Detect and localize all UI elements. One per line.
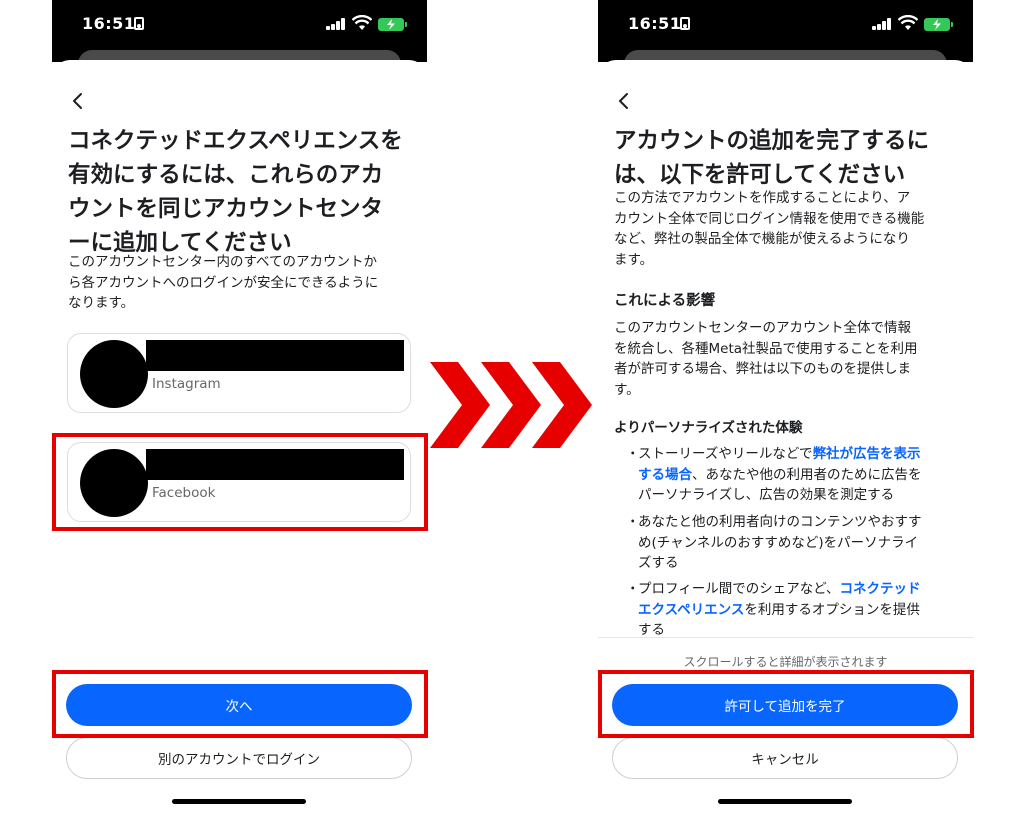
home-indicator [718, 799, 852, 804]
account-card-facebook[interactable]: Facebook [67, 442, 411, 522]
impact-heading: これによる影響 [614, 293, 716, 309]
id-card-icon [680, 17, 690, 30]
wifi-icon [898, 15, 918, 30]
avatar [80, 340, 148, 408]
page-description: このアカウントセンター内のすべてのアカウントか ら各アカウントへのログインが安全… [68, 254, 379, 311]
page-description: この方法でアカウントを作成することにより、ア カウント全体で同じログイン情報を使… [614, 190, 925, 268]
id-card-icon [134, 17, 144, 30]
connected-experience-link[interactable]: コネクテッド [840, 581, 921, 597]
battery-icon [924, 18, 953, 31]
account-platform-label: Instagram [152, 376, 221, 392]
wifi-icon [352, 15, 372, 30]
phone-screen-left: 16:51 コネクテッドエクスペリエンスを 有効にするには、これらのアカ ウント… [52, 0, 427, 813]
chevron-arrows-icon [430, 362, 592, 448]
connected-experience-link-cont[interactable]: エクスペリエンス [638, 602, 744, 618]
account-card-instagram[interactable]: Instagram [67, 333, 411, 413]
divider [598, 637, 973, 638]
home-indicator [172, 799, 306, 804]
back-arrow-icon[interactable] [614, 90, 634, 112]
page-title: アカウントの追加を完了するに は、以下を許可してください [614, 128, 930, 188]
avatar [80, 449, 148, 517]
battery-icon [378, 18, 407, 31]
page-title: コネクテッドエクスペリエンスを 有効にするには、これらのアカ ウントを同じアカウ… [68, 128, 403, 256]
redacted-account-name [146, 340, 404, 371]
cancel-button[interactable]: キャンセル [612, 737, 958, 779]
modal-sheet: コネクテッドエクスペリエンスを 有効にするには、これらのアカ ウントを同じアカウ… [52, 60, 427, 813]
scroll-hint: スクロールすると詳細が表示されます [683, 655, 888, 669]
ads-display-link[interactable]: 弊社が広告を表示 [813, 446, 921, 462]
personalized-heading: よりパーソナライズされた体験 [614, 420, 803, 436]
phone-screen-right: 16:51 アカウントの追加を完了するに は、以下を許可してください この方法で… [598, 0, 973, 813]
impact-description: このアカウントセンターのアカウント全体で情報 を統合し、各種Meta社製品で使用… [614, 320, 918, 398]
modal-sheet: アカウントの追加を完了するに は、以下を許可してください この方法でアカウントを… [598, 60, 973, 813]
allow-and-complete-button[interactable]: 許可して追加を完了 [612, 684, 958, 726]
status-time: 16:51 [628, 14, 682, 33]
login-other-account-button[interactable]: 別のアカウントでログイン [66, 737, 412, 779]
ads-display-link-cont[interactable]: する場合 [638, 467, 692, 483]
next-button[interactable]: 次へ [66, 684, 412, 726]
account-platform-label: Facebook [152, 485, 216, 501]
signal-icon [326, 18, 346, 30]
redacted-account-name [146, 449, 404, 480]
signal-icon [872, 18, 892, 30]
status-time: 16:51 [82, 14, 136, 33]
back-arrow-icon[interactable] [68, 90, 88, 112]
